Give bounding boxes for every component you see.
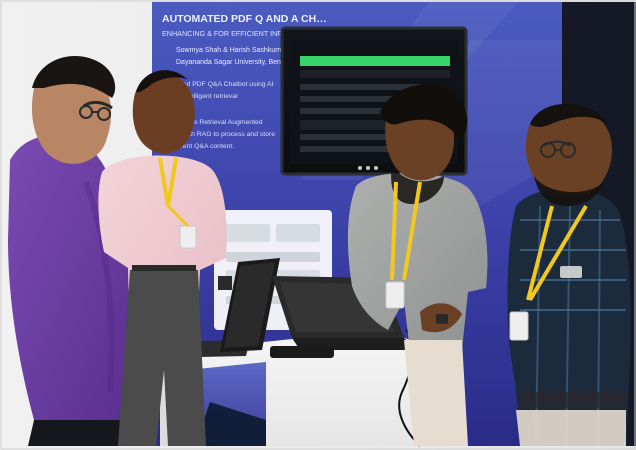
- banner-title: AUTOMATED PDF Q AND A CH…: [162, 13, 327, 25]
- badge-plaid-shirt: [509, 311, 529, 341]
- badge-pink-shirt: [179, 225, 197, 249]
- phone: [270, 346, 334, 358]
- qr-code: [218, 276, 232, 290]
- banner-line-1: Sowmya Shah & Harish Sashkumar: [176, 47, 288, 54]
- wristwatch: [436, 314, 448, 324]
- badge-gray-shirt: [385, 281, 405, 309]
- phone-in-pocket: [560, 266, 582, 278]
- event-booth-photo: AUTOMATED PDF Q AND A CH… ENHANCING & FO…: [0, 0, 636, 450]
- banner-line-3: …ed PDF Q&A Chatbot using AI: [176, 81, 274, 88]
